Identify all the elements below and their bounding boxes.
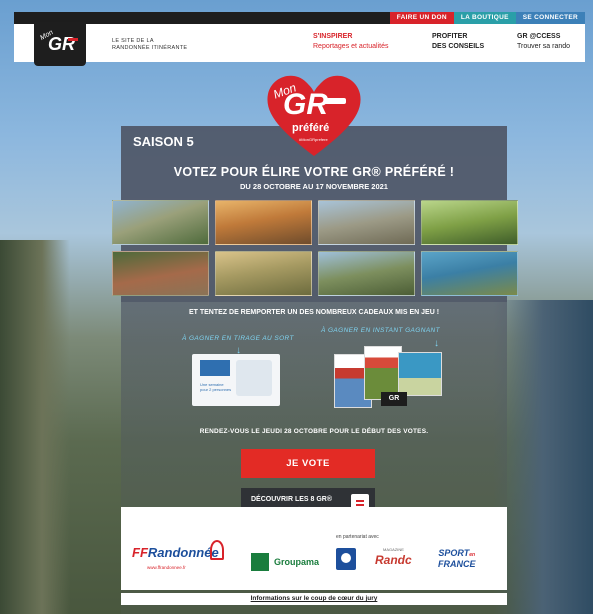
donate-link[interactable]: FAIRE UN DON (389, 12, 454, 24)
gr-thumbnail[interactable] (215, 200, 312, 245)
nav-inspire[interactable]: S'INSPIRER Reportages et actualités (313, 32, 389, 52)
partner-label: en partenariat avec (336, 534, 379, 540)
book-cover (398, 352, 442, 396)
ffr-url[interactable]: www.ffrandonnee.fr (147, 565, 186, 570)
nav-advice-title: PROFITER (432, 33, 468, 40)
top-links: FAIRE UN DON LA BOUTIQUE SE CONNECTER (389, 12, 585, 24)
season-label: SAISON 5 (133, 134, 194, 149)
ffr-ff-text: FF (132, 545, 148, 560)
randoc-top-text: MAGAZINE (383, 547, 404, 552)
site-logo[interactable]: Mon GR (34, 22, 86, 66)
logo-slash-icon (68, 38, 78, 41)
ffr-randonnee-text: Randonnée (147, 545, 219, 560)
ffrandonnee-logo[interactable]: FFRandonnée (132, 545, 219, 560)
nav-gr-access[interactable]: GR @CCESS Trouver sa rando (517, 32, 570, 52)
nav-advice-sub: DES CONSEILS (432, 43, 485, 50)
groupama-logo[interactable]: Groupama (274, 557, 319, 567)
prize-card-line-2: pour 2 personnes (200, 387, 232, 392)
nav-gr-access-title: GR @CCESS (517, 33, 561, 40)
site-header: Mon GR LE SITE DE LA RANDONNÉE ITINÉRANT… (14, 22, 585, 66)
randoc-logo[interactable]: Randc (375, 553, 412, 567)
gr-thumbnail[interactable] (421, 251, 518, 296)
gr-thumbnail[interactable] (421, 200, 518, 245)
nav-advice[interactable]: PROFITER DES CONSEILS (432, 32, 484, 52)
gr-thumbnail[interactable] (215, 251, 312, 296)
gr-thumbnail[interactable] (318, 251, 415, 296)
gr-thumbnail[interactable] (112, 200, 209, 245)
tagline-line-1: LE SITE DE LA (112, 38, 154, 44)
gr-thumbnail[interactable] (112, 251, 209, 296)
prize-card-text: Une semaine pour 2 personnes (200, 382, 231, 392)
site-tagline: LE SITE DE LA RANDONNÉE ITINÉRANTE (112, 38, 187, 52)
vote-headline: VOTEZ POUR ÉLIRE VOTRE GR® PRÉFÉRÉ ! (173, 165, 455, 179)
tagline-line-2: RANDONNÉE ITINÉRANTE (112, 45, 188, 51)
gr-thumbnails (112, 200, 519, 296)
instant-win-label: À GAGNER EN INSTANT GAGNANT (321, 327, 441, 334)
nav-gr-access-sub: Trouver sa rando (517, 43, 571, 50)
groupama-icon (251, 553, 269, 571)
sport-text: SPORT (438, 548, 470, 558)
background-rock (0, 240, 70, 614)
hiker-icon (210, 540, 224, 560)
background-mountain (493, 300, 593, 614)
draw-win-label: À GAGNER EN TIRAGE AU SORT (182, 335, 294, 342)
heart-gr-text: GR (283, 88, 328, 121)
prize-card-draw: Une semaine pour 2 personnes (192, 354, 280, 406)
prize-card-logo (200, 360, 230, 376)
vote-dates: DU 28 OCTOBRE AU 17 NOVEMBRE 2021 (240, 182, 388, 191)
vote-start-notice: RENDEZ-VOUS LE JEUDI 28 OCTOBRE POUR LE … (199, 428, 429, 435)
vote-button[interactable]: JE VOTE (241, 449, 375, 478)
gr-thumbnail[interactable] (318, 200, 415, 245)
jury-info-link[interactable]: Informations sur le coup de cœur du jury (121, 593, 507, 605)
sport-en-text: en (469, 552, 476, 558)
nav-inspire-title: S'INSPIRER (313, 33, 353, 40)
france-bleu-icon[interactable] (336, 548, 356, 570)
prizes-announcement: ET TENTEZ DE REMPORTER UN DES NOMBREUX C… (188, 309, 440, 316)
login-link[interactable]: SE CONNECTER (515, 12, 585, 24)
discover-gr-label: DÉCOUVRIR LES 8 GR® (251, 496, 333, 503)
france-text: FRANCE (438, 559, 476, 569)
heart-prefere-text: préféré (292, 122, 330, 134)
heart-slash-icon (324, 98, 346, 104)
france-map-icon (236, 360, 272, 396)
nav-inspire-sub: Reportages et actualités (313, 43, 389, 50)
gr-badge: GR (381, 392, 407, 406)
heart-hashtag-text: #MonGRprefere (299, 137, 328, 142)
sport-en-france-logo[interactable]: SPORTen FRANCE (438, 549, 476, 569)
shop-link[interactable]: LA BOUTIQUE (453, 12, 516, 24)
